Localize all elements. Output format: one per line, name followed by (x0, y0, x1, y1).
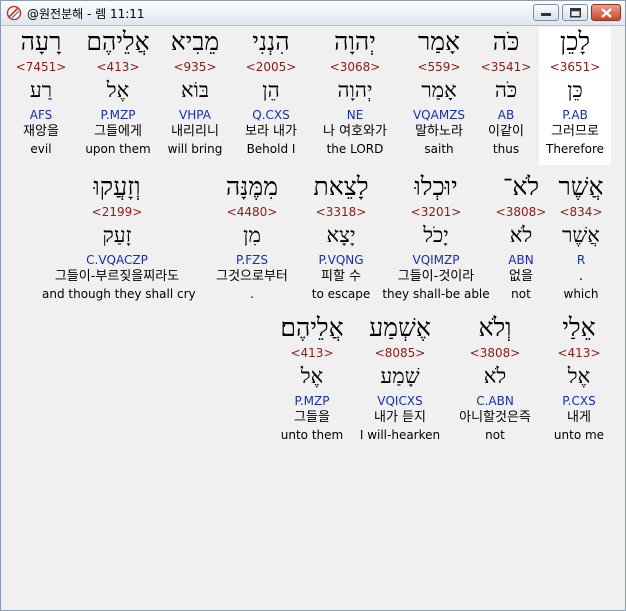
morphology-code: ABN (508, 253, 534, 267)
morphology-code: P.CXS (562, 394, 596, 408)
strong-number[interactable]: <3651> (539, 60, 611, 74)
morphology-code: P.AB (562, 108, 588, 122)
lemma: לֹא (509, 223, 533, 247)
strong-number[interactable]: <3808> (450, 346, 540, 360)
strong-number[interactable]: <413> (267, 346, 357, 360)
english-gloss: not (511, 287, 531, 301)
korean-gloss: 보라 내가 (245, 124, 297, 139)
close-button[interactable] (591, 4, 621, 21)
morphology-code: VQIMZP (412, 253, 460, 267)
lemma: כֹּה (494, 78, 518, 102)
korean-gloss: 아니할것은즉 (459, 410, 531, 425)
korean-gloss: . (578, 269, 584, 284)
interlinear-view: רָעָה <7451> רַע AFS 재앙을 evil אֲלֵיהֶם <… (5, 27, 621, 607)
korean-gloss: 그것으로부터 (216, 269, 288, 284)
korean-gloss: 없을 (509, 269, 533, 284)
app-logo-icon (6, 5, 22, 21)
hebrew-word: כֹּה (492, 27, 520, 56)
strong-number[interactable]: <3068> (310, 60, 400, 74)
english-gloss: unto me (553, 428, 605, 442)
morphology-code: P.MZP (294, 394, 330, 408)
lemma: שָׁמַע (380, 364, 420, 388)
hebrew-word: אֲלֵיהֶם׃ (280, 313, 344, 342)
korean-gloss: 피할 수 (320, 269, 361, 284)
english-gloss: thus (492, 142, 520, 156)
english-gloss: and though they shall cry (42, 287, 196, 301)
korean-gloss: 이같이 (488, 124, 524, 139)
english-gloss: . (250, 287, 254, 301)
maximize-icon (570, 8, 581, 18)
hebrew-word: אֶשְׁמַע (369, 313, 431, 342)
korean-gloss: 내가 듣지 (374, 410, 426, 425)
lemma: אֲשֶׁר (562, 223, 600, 247)
maximize-button[interactable] (562, 4, 588, 21)
lemma: לֹא (483, 364, 507, 388)
morphology-code: AB (497, 108, 515, 122)
hebrew-word: לָכֵן (559, 27, 591, 56)
korean-gloss: 나 여호와가 (323, 124, 387, 139)
morphology-code: Q.CXS (252, 108, 290, 122)
korean-gloss: 그들이-부르짖을찌라도 (54, 269, 180, 284)
strong-number[interactable]: <2199> (42, 205, 192, 219)
strong-number[interactable]: <3541> (461, 60, 551, 74)
lemma: יְהוָה (337, 78, 373, 102)
hebrew-word: לָצֵאת (313, 172, 369, 201)
korean-gloss: 그들이-것이라 (397, 269, 475, 284)
close-icon (601, 8, 612, 18)
lemma: זָעַק (102, 223, 132, 247)
lemma: יָצָא (326, 223, 356, 247)
hebrew-word: יְהוָה (334, 27, 376, 56)
lemma: מִן (243, 223, 261, 247)
korean-gloss: 내게 (567, 410, 591, 425)
hebrew-word: וְזָעֲקוּ (93, 172, 141, 201)
english-gloss: unto them (280, 428, 344, 442)
hebrew-word: לֹא־ (502, 172, 540, 201)
english-gloss: which (563, 287, 599, 301)
english-gloss: Therefore (546, 142, 604, 156)
minimize-icon (541, 13, 551, 16)
morphology-code: NE (346, 108, 364, 122)
app-window: @원전분해 - 렘 11:11 רָעָה <7451> רַע AFS 재앙을… (0, 0, 626, 611)
lemma: אֶל (567, 364, 591, 388)
hebrew-word: אֵלַי (562, 313, 596, 342)
english-gloss: Behold I (246, 142, 296, 156)
english-gloss: to escape (311, 287, 371, 301)
morphology-code: C.VQACZP (86, 253, 148, 267)
strong-number[interactable]: <4480> (207, 205, 297, 219)
strong-number[interactable]: <3201> (381, 205, 491, 219)
hebrew-word: מִמֶּנָּה (225, 172, 279, 201)
strong-number[interactable]: <3318> (296, 205, 386, 219)
window-title: @원전분해 - 렘 11:11 (27, 7, 145, 21)
morphology-code: VQICXS (377, 394, 423, 408)
english-gloss: they shall-be able (382, 287, 490, 301)
strong-number[interactable]: <2005> (226, 60, 316, 74)
strong-number[interactable]: <413> (545, 346, 613, 360)
english-gloss: I will-hearken (359, 428, 441, 442)
morphology-code: P.FZS (236, 253, 268, 267)
hebrew-word: אֲשֶׁר (558, 172, 604, 201)
morphology-code: R (576, 253, 586, 267)
strong-number[interactable]: <3808> (491, 205, 551, 219)
lemma: כֵּן (567, 78, 583, 102)
hebrew-word: וְלֹא (478, 313, 512, 342)
morphology-code: P.VQNG (318, 253, 364, 267)
morphology-code: C.ABN (476, 394, 514, 408)
minimize-button[interactable] (533, 4, 559, 21)
lemma: הֵן (262, 78, 280, 102)
word-cell-selected[interactable]: לָכֵן <3651> כֵּן P.AB 그러므로 Therefore (539, 27, 611, 165)
korean-gloss: 그러므로 (551, 124, 599, 139)
hebrew-word: הִנְנִי (252, 27, 290, 56)
lemma: אֶל (300, 364, 324, 388)
strong-number[interactable]: <834> (551, 205, 611, 219)
korean-gloss: 그들을 (294, 410, 330, 425)
hebrew-word: יוּכְלוּ (414, 172, 458, 201)
title-bar[interactable]: @원전분해 - 렘 11:11 (1, 1, 625, 26)
english-gloss: not (485, 428, 505, 442)
english-gloss: the LORD (326, 142, 384, 156)
lemma: יָכֹל (423, 223, 449, 247)
strong-number[interactable]: <8085> (355, 346, 445, 360)
